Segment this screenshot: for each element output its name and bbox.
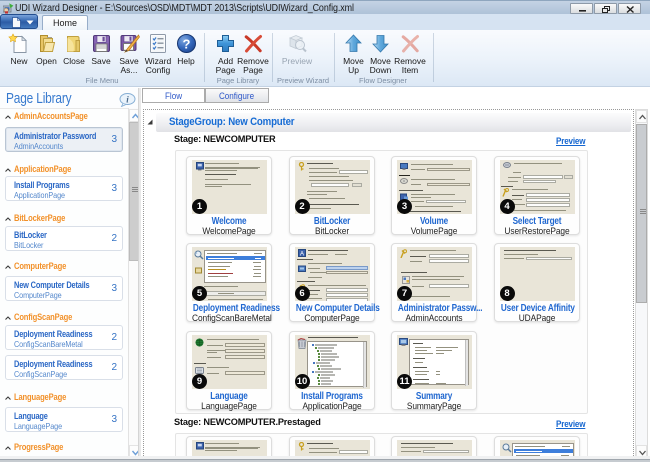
svg-text:A: A <box>299 252 303 258</box>
svg-text:?: ? <box>182 37 190 52</box>
